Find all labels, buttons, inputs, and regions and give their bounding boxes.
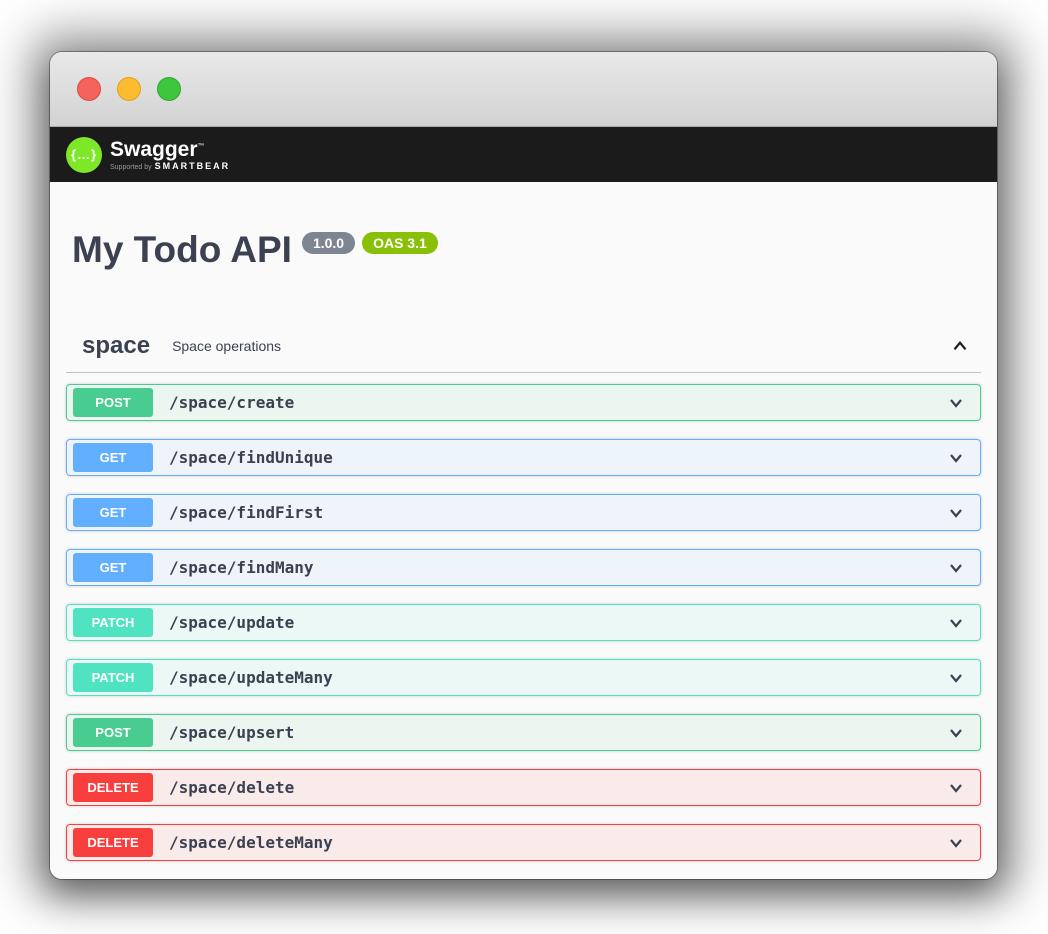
tag-section-header[interactable]: space Space operations [66, 332, 981, 373]
swagger-logo-text: Swagger™ Supported bySMARTBEAR [110, 136, 230, 173]
operation-path: /space/update [169, 613, 294, 632]
method-badge: PATCH [73, 663, 153, 692]
method-badge: POST [73, 388, 153, 417]
page-title: My Todo API [72, 230, 292, 270]
operation-row-space-findfirst[interactable]: GET /space/findFirst [66, 494, 981, 531]
operation-row-space-findunique[interactable]: GET /space/findUnique [66, 439, 981, 476]
method-badge: GET [73, 498, 153, 527]
trademark-symbol: ™ [198, 143, 205, 150]
chevron-down-icon[interactable] [946, 393, 966, 413]
chevron-down-icon[interactable] [946, 668, 966, 688]
chevron-up-icon[interactable] [949, 335, 971, 357]
operation-path: /space/findMany [169, 558, 314, 577]
oas-badge: OAS 3.1 [362, 232, 438, 254]
method-badge: DELETE [73, 773, 153, 802]
supported-by-line: Supported bySMARTBEAR [110, 161, 230, 173]
api-info-header: My Todo API 1.0.0 OAS 3.1 [66, 230, 981, 270]
tag-description: Space operations [172, 338, 281, 354]
chevron-down-icon[interactable] [946, 778, 966, 798]
operations-list: POST /space/create GET /space/findUnique [66, 384, 981, 861]
operation-path: /space/findFirst [169, 503, 323, 522]
method-badge: GET [73, 553, 153, 582]
app-window: {…} Swagger™ Supported bySMARTBEAR My To… [50, 52, 997, 879]
operation-row-space-deletemany[interactable]: DELETE /space/deleteMany [66, 824, 981, 861]
zoom-button[interactable] [157, 77, 181, 101]
operation-path: /space/upsert [169, 723, 294, 742]
close-button[interactable] [77, 77, 101, 101]
tag-name: space [82, 332, 150, 360]
method-badge: GET [73, 443, 153, 472]
chevron-down-icon[interactable] [946, 723, 966, 743]
chevron-down-icon[interactable] [946, 448, 966, 468]
swagger-topbar: {…} Swagger™ Supported bySMARTBEAR [50, 127, 997, 182]
desktop-background: {…} Swagger™ Supported bySMARTBEAR My To… [0, 0, 1048, 934]
smartbear-label: SMARTBEAR [155, 161, 231, 171]
chevron-down-icon[interactable] [946, 558, 966, 578]
method-badge: DELETE [73, 828, 153, 857]
api-badges: 1.0.0 OAS 3.1 [302, 232, 445, 254]
chevron-down-icon[interactable] [946, 613, 966, 633]
operation-path: /space/deleteMany [169, 833, 333, 852]
operation-row-space-delete[interactable]: DELETE /space/delete [66, 769, 981, 806]
minimize-button[interactable] [117, 77, 141, 101]
swagger-wordmark: Swagger™ [110, 136, 230, 161]
version-badge: 1.0.0 [302, 232, 355, 254]
method-badge: POST [73, 718, 153, 747]
operation-row-space-upsert[interactable]: POST /space/upsert [66, 714, 981, 751]
operation-row-space-findmany[interactable]: GET /space/findMany [66, 549, 981, 586]
window-titlebar [50, 52, 997, 127]
chevron-down-icon[interactable] [946, 503, 966, 523]
operation-path: /space/updateMany [169, 668, 333, 687]
main-content: My Todo API 1.0.0 OAS 3.1 space Space op… [50, 182, 997, 879]
operation-path: /space/findUnique [169, 448, 333, 467]
operation-row-space-create[interactable]: POST /space/create [66, 384, 981, 421]
swagger-logo-icon: {…} [66, 137, 102, 173]
method-badge: PATCH [73, 608, 153, 637]
operation-row-space-updatemany[interactable]: PATCH /space/updateMany [66, 659, 981, 696]
swagger-wordmark-label: Swagger [110, 138, 198, 161]
supported-by-label: Supported by [110, 164, 152, 171]
chevron-down-icon[interactable] [946, 833, 966, 853]
operation-row-space-update[interactable]: PATCH /space/update [66, 604, 981, 641]
operation-path: /space/delete [169, 778, 294, 797]
operation-path: /space/create [169, 393, 294, 412]
